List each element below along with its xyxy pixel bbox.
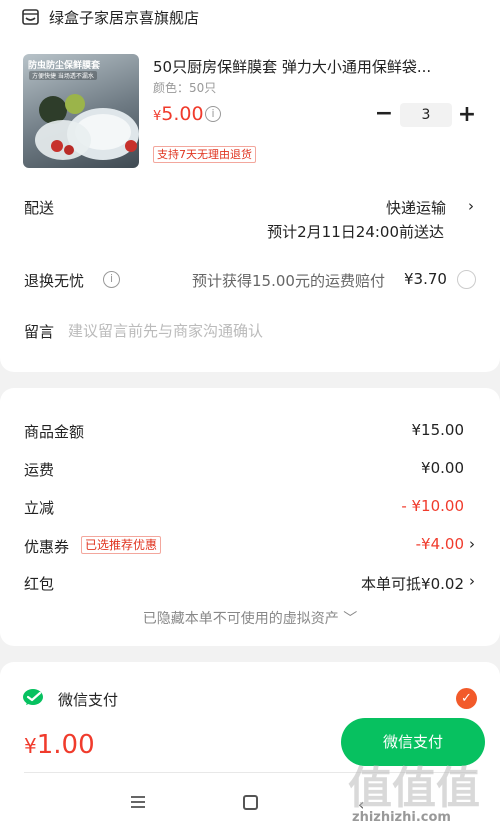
watermark-glyphs: 值值值 <box>348 763 480 814</box>
hidden-assets-toggle[interactable]: 已隐藏本单不可使用的虚拟资产 ﹀ <box>0 608 500 628</box>
shipping-label: 配送 <box>24 199 55 217</box>
thumbnail-title: 防虫防尘保鲜膜套 <box>28 61 101 71</box>
coupon-value[interactable]: -¥4.00 <box>416 535 464 553</box>
payment-method-label[interactable]: 微信支付 <box>58 689 118 710</box>
message-input[interactable] <box>68 320 468 342</box>
product-price: ¥5.00 <box>153 103 204 125</box>
product-thumbnail[interactable]: 防虫防尘保鲜膜套 方便快捷 当场透不漏水 <box>23 54 139 168</box>
returns-info-text: 预计获得15.00元的运费赔付 <box>192 272 385 290</box>
shipping-method[interactable]: 快递运输 <box>386 197 446 218</box>
freight-value: ¥0.00 <box>421 459 464 477</box>
returns-info-icon[interactable]: i <box>103 271 120 288</box>
store-header[interactable]: 绿盒子家居京喜旗舰店 <box>22 6 199 28</box>
freight-label: 运费 <box>24 461 55 479</box>
store-icon <box>22 9 39 25</box>
total-amount: ¥1.00 <box>24 730 95 760</box>
menu-icon[interactable] <box>130 795 146 809</box>
returns-price: ¥3.70 <box>404 270 447 288</box>
returns-label: 退换无忧 <box>24 272 85 290</box>
quantity-increase-button[interactable]: + <box>457 103 477 127</box>
product-spec: 颜色：50只 <box>153 81 217 95</box>
discount-label: 立减 <box>24 499 55 517</box>
returns-radio[interactable] <box>457 270 476 289</box>
redpacket-label: 红包 <box>24 575 55 593</box>
payment-selected-check-icon[interactable]: ✓ <box>456 688 477 709</box>
quantity-input[interactable]: 3 <box>400 103 452 127</box>
shipping-chevron-icon[interactable]: › <box>468 197 474 215</box>
message-label: 留言 <box>24 323 55 341</box>
goods-amount-value: ¥15.00 <box>411 421 465 439</box>
redpacket-value[interactable]: 本单可抵¥0.02 <box>361 573 464 594</box>
product-title[interactable]: 50只厨房保鲜膜套 弹力大小通用保鲜袋... <box>153 56 473 77</box>
coupon-chevron-icon[interactable]: › <box>469 535 475 553</box>
goods-amount-label: 商品金额 <box>24 423 85 441</box>
discount-value: - ¥10.00 <box>401 497 464 515</box>
coupon-label: 优惠券 <box>24 538 70 556</box>
home-icon[interactable] <box>243 795 258 810</box>
return-policy-tag: 支持7天无理由退货 <box>153 146 256 163</box>
price-value: 5.00 <box>161 103 204 125</box>
wechat-pay-icon <box>23 689 43 705</box>
coupon-tag: 已选推荐优惠 <box>81 536 162 554</box>
quantity-decrease-button[interactable]: − <box>374 103 394 126</box>
total-value: 1.00 <box>36 730 95 760</box>
price-info-icon[interactable]: i <box>205 106 221 122</box>
thumbnail-subtitle: 方便快捷 当场透不漏水 <box>29 71 97 80</box>
store-name: 绿盒子家居京喜旗舰店 <box>49 8 200 27</box>
watermark-text: zhizhizhi.com <box>352 810 451 825</box>
total-currency: ¥ <box>24 734 37 758</box>
shipping-estimate: 预计2月11日24:00前送达 <box>267 223 444 241</box>
redpacket-chevron-icon[interactable]: › <box>469 572 475 590</box>
